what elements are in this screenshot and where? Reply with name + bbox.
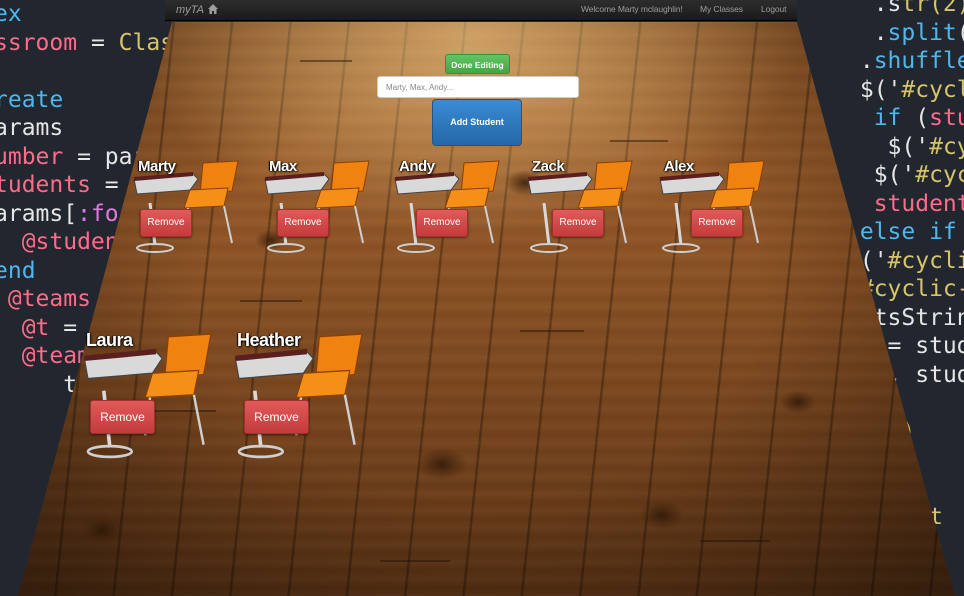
done-editing-button[interactable]: Done Editing bbox=[445, 54, 510, 74]
student-name: Heather bbox=[237, 330, 301, 350]
student-desk: Heather Remove bbox=[228, 330, 368, 465]
student-desk: Zack Remove bbox=[522, 158, 637, 258]
add-student-button[interactable]: Add Student bbox=[432, 99, 522, 146]
home-icon[interactable] bbox=[207, 3, 219, 15]
remove-student-button[interactable]: Remove bbox=[90, 400, 155, 434]
my-classes-link[interactable]: My Classes bbox=[700, 4, 743, 14]
student-desk: Marty Remove bbox=[128, 158, 243, 258]
student-desk: Laura Remove bbox=[77, 330, 217, 465]
remove-student-button[interactable]: Remove bbox=[140, 209, 192, 237]
remove-student-button[interactable]: Remove bbox=[691, 209, 743, 237]
student-name: Zack bbox=[532, 158, 565, 175]
app-screen: ex ssroom = Classroom reate arams umber … bbox=[0, 0, 964, 596]
remove-student-button[interactable]: Remove bbox=[416, 209, 468, 237]
logout-link[interactable]: Logout bbox=[761, 4, 787, 14]
welcome-text: Welcome Marty mclaughlin! bbox=[581, 4, 683, 14]
student-name: Max bbox=[269, 158, 297, 175]
top-navbar: myTA Welcome Marty mclaughlin! My Classe… bbox=[165, 0, 797, 21]
student-desk: Andy Remove bbox=[389, 158, 504, 258]
remove-student-button[interactable]: Remove bbox=[277, 209, 329, 237]
student-names-input[interactable] bbox=[377, 76, 579, 98]
remove-student-button[interactable]: Remove bbox=[244, 400, 309, 434]
student-name: Andy bbox=[399, 158, 435, 175]
student-desk: Max Remove bbox=[259, 158, 374, 258]
brand-logo[interactable]: myTA bbox=[176, 4, 204, 16]
student-desk: Alex Remove bbox=[654, 158, 769, 258]
student-name: Marty bbox=[138, 158, 176, 175]
student-name: Laura bbox=[86, 330, 133, 350]
student-name: Alex bbox=[664, 158, 694, 175]
remove-student-button[interactable]: Remove bbox=[552, 209, 604, 237]
